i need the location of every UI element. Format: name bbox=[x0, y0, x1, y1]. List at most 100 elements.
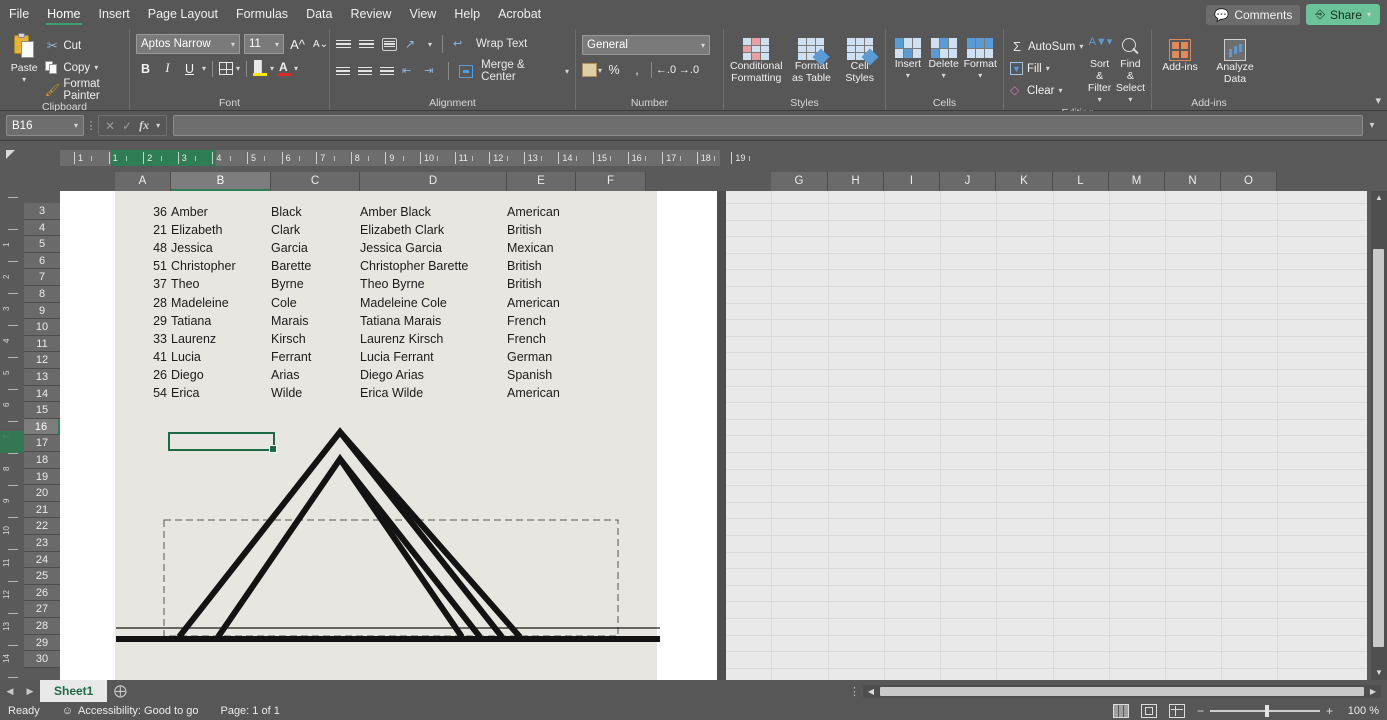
delete-cells-button[interactable]: Delete ▾ bbox=[928, 36, 960, 82]
cell-A7[interactable]: 37 bbox=[115, 275, 167, 293]
increase-indent-icon[interactable]: ⇥ bbox=[424, 65, 438, 78]
scroll-left-icon[interactable]: ◀ bbox=[863, 687, 879, 696]
column-header-d[interactable]: D bbox=[360, 172, 507, 191]
comments-button[interactable]: 💬 Comments bbox=[1206, 4, 1301, 25]
cell-D11[interactable]: Lucia Ferrant bbox=[360, 348, 505, 366]
vertical-scroll-thumb[interactable] bbox=[1373, 249, 1384, 647]
row-header-11[interactable]: 11 bbox=[24, 335, 60, 353]
menu-page-layout[interactable]: Page Layout bbox=[139, 0, 227, 29]
zoom-slider[interactable]: − + bbox=[1197, 704, 1333, 718]
collapse-ribbon-icon[interactable]: ▾ bbox=[1375, 94, 1381, 107]
next-sheet-icon[interactable]: ▶ bbox=[20, 686, 40, 697]
menu-view[interactable]: View bbox=[400, 0, 445, 29]
cell-C13[interactable]: Wilde bbox=[271, 384, 358, 402]
cell-C6[interactable]: Barette bbox=[271, 257, 358, 275]
cell-C5[interactable]: Garcia bbox=[271, 239, 358, 257]
cell-D5[interactable]: Jessica Garcia bbox=[360, 239, 505, 257]
tab-resize-handle-icon[interactable]: ⋮ bbox=[849, 685, 860, 698]
column-header-h[interactable]: H bbox=[828, 172, 884, 191]
cell-E4[interactable]: British bbox=[507, 221, 576, 239]
cell-C4[interactable]: Clark bbox=[271, 221, 358, 239]
chevron-down-icon[interactable]: ▾ bbox=[598, 66, 602, 75]
cell-D4[interactable]: Elizabeth Clark bbox=[360, 221, 505, 239]
align-middle-icon[interactable] bbox=[359, 38, 374, 51]
worksheet-grid[interactable]: 36 Amber Black Amber Black American 21 Elizabe… bbox=[60, 191, 1367, 680]
cell-A13[interactable]: 54 bbox=[115, 384, 167, 402]
addins-button[interactable]: Add-ins bbox=[1158, 37, 1202, 73]
cell-E9[interactable]: French bbox=[507, 312, 576, 330]
vertical-scrollbar[interactable]: ▲ ▼ bbox=[1371, 191, 1387, 680]
cell-D6[interactable]: Christopher Barette bbox=[360, 257, 505, 275]
row-header-20[interactable]: 20 bbox=[24, 485, 60, 502]
row-header-17[interactable]: 17 bbox=[24, 435, 60, 452]
share-button[interactable]: ⎆ Share ▾ bbox=[1306, 4, 1380, 25]
decrease-font-size-button[interactable]: A⌄ bbox=[311, 35, 330, 54]
column-header-a[interactable]: A bbox=[115, 172, 171, 191]
accounting-format-icon[interactable] bbox=[582, 63, 597, 77]
page-break-view-icon[interactable] bbox=[1168, 704, 1185, 718]
column-header-e[interactable]: E bbox=[507, 172, 576, 191]
chevron-down-icon[interactable]: ▾ bbox=[236, 64, 240, 73]
underline-button[interactable]: U bbox=[180, 59, 199, 78]
cell-C12[interactable]: Arias bbox=[271, 366, 358, 384]
font-name-input[interactable]: Aptos Narrow ▾ bbox=[136, 34, 240, 54]
row-header-5[interactable]: 5 bbox=[24, 236, 60, 253]
horizontal-ruler[interactable]: 1 1 2 3 4 5 6 7 8 9 10 11 12 13 14 15 16 17 18 19 bbox=[60, 150, 750, 166]
cell-D12[interactable]: Diego Arias bbox=[360, 366, 505, 384]
cell-D9[interactable]: Tatiana Marais bbox=[360, 312, 505, 330]
align-center-icon[interactable] bbox=[358, 65, 373, 78]
cell-E10[interactable]: French bbox=[507, 330, 576, 348]
comma-style-button[interactable]: , bbox=[626, 60, 648, 80]
align-right-icon[interactable] bbox=[380, 65, 395, 78]
borders-icon[interactable] bbox=[219, 62, 234, 75]
sort-filter-button[interactable]: A▼▾ Sort & Filter ▾ bbox=[1087, 34, 1112, 106]
cell-C9[interactable]: Marais bbox=[271, 312, 358, 330]
cell-B9[interactable]: Tatiana bbox=[171, 312, 269, 330]
find-select-button[interactable]: Find & Select ▾ bbox=[1116, 34, 1145, 106]
align-bottom-icon[interactable] bbox=[382, 37, 397, 51]
menu-help[interactable]: Help bbox=[445, 0, 489, 29]
column-header-l[interactable]: L bbox=[1053, 172, 1109, 191]
cell-E6[interactable]: British bbox=[507, 257, 576, 275]
chevron-down-icon[interactable]: ▾ bbox=[202, 64, 206, 73]
cell-B11[interactable]: Lucia bbox=[171, 348, 269, 366]
cell-D7[interactable]: Theo Byrne bbox=[360, 275, 505, 293]
normal-view-icon[interactable] bbox=[1112, 704, 1129, 718]
increase-font-size-button[interactable]: A^ bbox=[288, 35, 307, 54]
cut-button[interactable]: ✂ Cut bbox=[45, 35, 123, 56]
expand-formula-bar-icon[interactable]: ▾ bbox=[1363, 120, 1381, 131]
cell-E8[interactable]: American bbox=[507, 294, 576, 312]
row-header-12[interactable]: 12 bbox=[24, 352, 60, 369]
zoom-out-icon[interactable]: − bbox=[1197, 704, 1204, 718]
cell-E3[interactable]: American bbox=[507, 203, 576, 221]
align-left-icon[interactable] bbox=[336, 65, 351, 78]
column-header-k[interactable]: K bbox=[996, 172, 1053, 191]
row-header-21[interactable]: 21 bbox=[24, 501, 60, 519]
column-header-n[interactable]: N bbox=[1165, 172, 1221, 191]
name-box[interactable]: B16 ▾ bbox=[6, 115, 84, 136]
column-header-c[interactable]: C bbox=[271, 172, 360, 191]
row-header-7[interactable]: 7 bbox=[24, 269, 60, 286]
cell-C3[interactable]: Black bbox=[271, 203, 358, 221]
column-header-m[interactable]: M bbox=[1109, 172, 1165, 191]
analyze-data-button[interactable]: Analyze Data bbox=[1212, 37, 1258, 85]
cell-B7[interactable]: Theo bbox=[171, 275, 269, 293]
format-painter-button[interactable]: 🖌 Format Painter bbox=[45, 78, 123, 102]
menu-data[interactable]: Data bbox=[297, 0, 341, 29]
cell-B3[interactable]: Amber bbox=[171, 203, 269, 221]
format-as-table-button[interactable]: Format as Table bbox=[789, 36, 835, 84]
cell-E5[interactable]: Mexican bbox=[507, 239, 576, 257]
fill-color-icon[interactable]: █ bbox=[253, 61, 268, 76]
cancel-icon[interactable]: ✕ bbox=[105, 119, 115, 133]
insert-function-icon[interactable]: fx bbox=[139, 118, 149, 133]
row-header-9[interactable]: 9 bbox=[24, 302, 60, 320]
cell-C10[interactable]: Kirsch bbox=[271, 330, 358, 348]
copy-button[interactable]: Copy ▾ bbox=[45, 57, 123, 78]
sheet-tab-sheet1[interactable]: Sheet1 bbox=[40, 680, 108, 702]
cell-B4[interactable]: Elizabeth bbox=[171, 221, 269, 239]
cell-D10[interactable]: Laurenz Kirsch bbox=[360, 330, 505, 348]
cell-B12[interactable]: Diego bbox=[171, 366, 269, 384]
row-header-3[interactable]: 3 bbox=[24, 203, 60, 220]
zoom-track[interactable] bbox=[1209, 705, 1320, 718]
menu-formulas[interactable]: Formulas bbox=[227, 0, 297, 29]
